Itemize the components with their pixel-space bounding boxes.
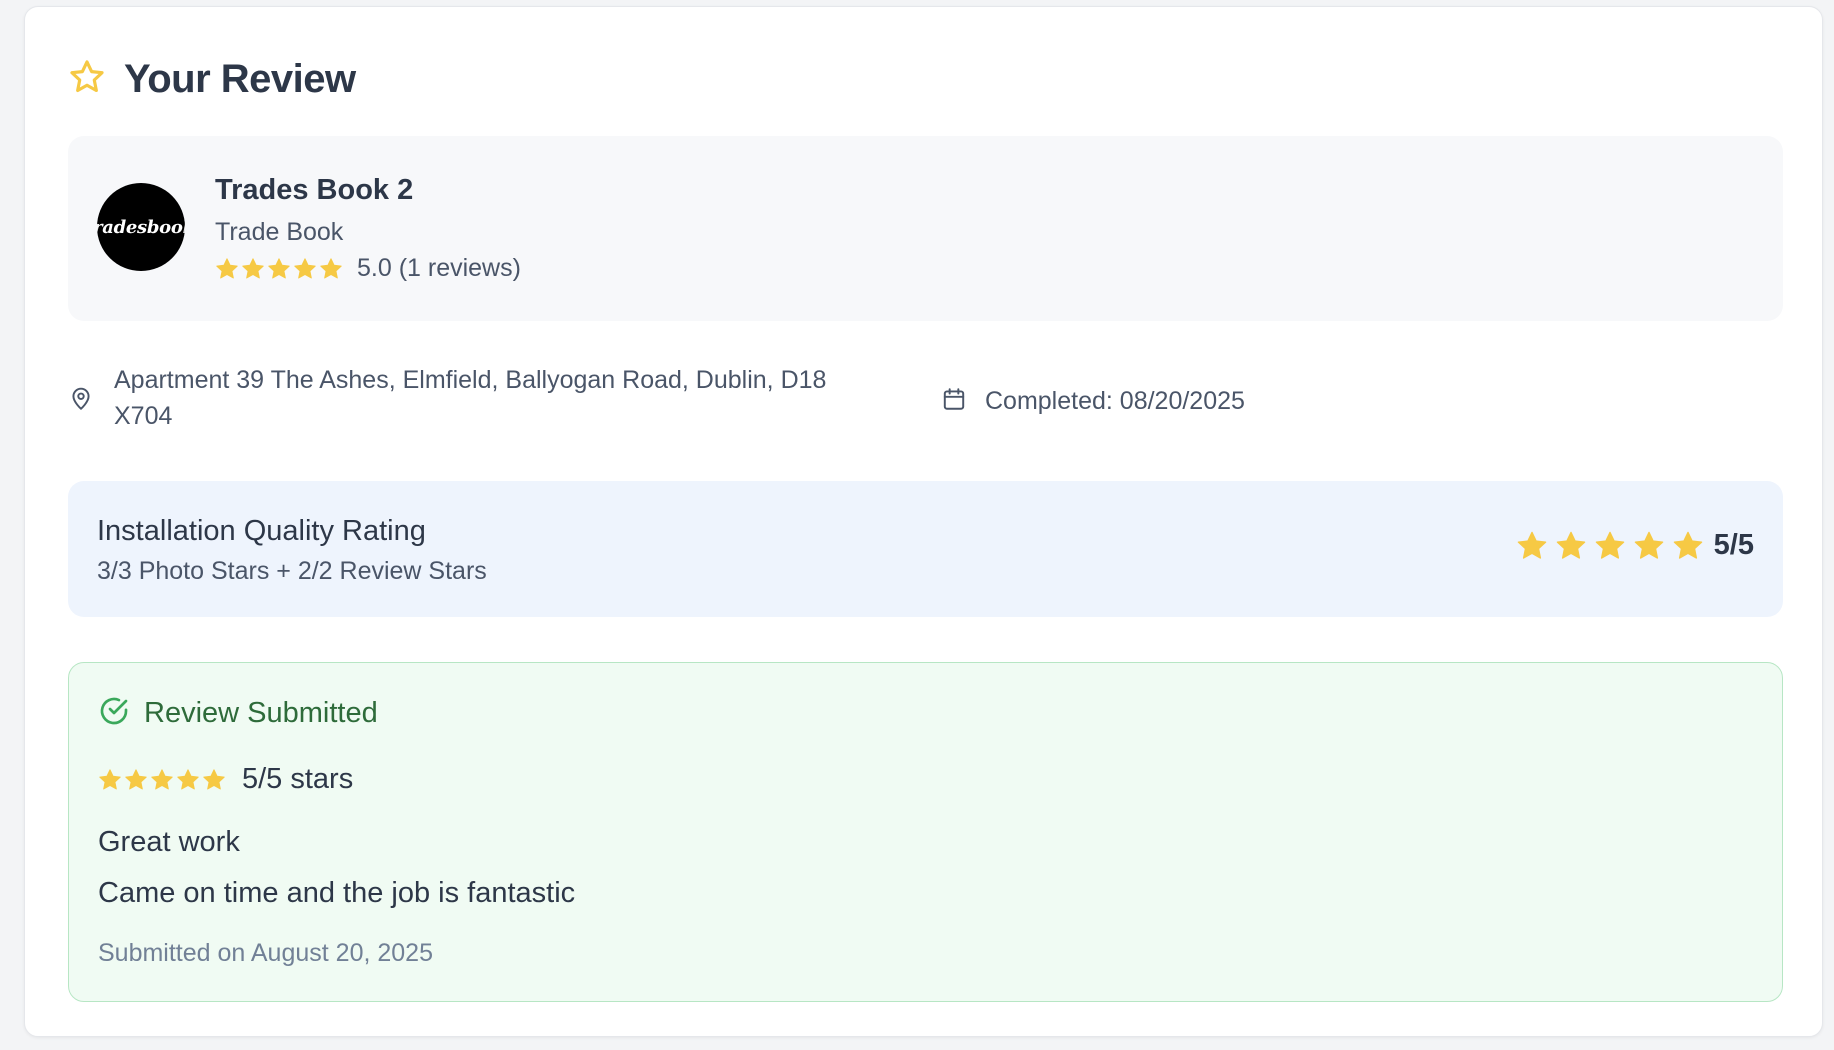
address-text: Apartment 39 The Ashes, Elmfield, Ballyo… [114,366,827,430]
quality-rating: 5/5 [1516,529,1754,562]
completed-date: Completed: 08/20/2025 [985,387,1245,415]
map-pin-icon [68,362,94,434]
star-icon [1556,531,1585,559]
quality-score: 5/5 [1713,529,1754,561]
page-title: Your Review [124,56,356,101]
company-type: Trade Book [215,218,344,246]
review-rating: 5/5 stars [98,763,353,796]
check-circle-icon [98,695,130,732]
review-submitted-date: Submitted on August 20, 2025 [98,939,433,967]
review-body: Came on time and the job is fantastic [98,877,576,909]
review-card: Your Review Tradesbook. Trades Book 2 Tr… [24,6,1823,1037]
star-icon [151,768,173,789]
star-icon [268,257,290,278]
company-rating-stars [215,257,343,281]
installation-quality-panel: Installation Quality Rating 3/3 Photo St… [68,481,1783,617]
review-submitted-panel: Review Submitted 5/5 stars Great work Ca… [68,662,1783,1002]
star-icon [1595,531,1624,559]
star-icon [125,768,147,789]
star-icon [294,257,316,278]
star-icon [320,257,342,278]
review-title: Great work [98,826,240,858]
quality-title: Installation Quality Rating [97,515,426,547]
card-header: Your Review [68,49,356,109]
review-status-text: Review Submitted [144,697,378,729]
company-rating: 5.0 (1 reviews) [215,254,521,283]
job-completed: Completed: 08/20/2025 [941,386,1245,417]
star-icon [177,768,199,789]
company-rating-text: 5.0 (1 reviews) [357,254,521,282]
job-address: Apartment 39 The Ashes, Elmfield, Ballyo… [68,362,874,434]
company-logo: Tradesbook. [97,183,185,271]
company-name[interactable]: Trades Book 2 [215,174,413,207]
star-icon [203,768,225,789]
review-status: Review Submitted [98,695,378,732]
review-stars [98,768,226,792]
calendar-icon [941,386,967,417]
star-icon [1634,531,1663,559]
star-icon [1673,531,1702,559]
star-icon [1517,531,1546,559]
star-icon [99,768,121,789]
company-summary: Tradesbook. Trades Book 2 Trade Book 5.0… [68,136,1783,321]
star-icon [242,257,264,278]
star-outline-icon [68,58,106,101]
job-info: Apartment 39 The Ashes, Elmfield, Ballyo… [68,362,1783,442]
quality-subtitle: 3/3 Photo Stars + 2/2 Review Stars [97,557,487,585]
review-stars-text: 5/5 stars [242,763,354,795]
quality-stars [1516,530,1704,562]
star-icon [216,257,238,278]
